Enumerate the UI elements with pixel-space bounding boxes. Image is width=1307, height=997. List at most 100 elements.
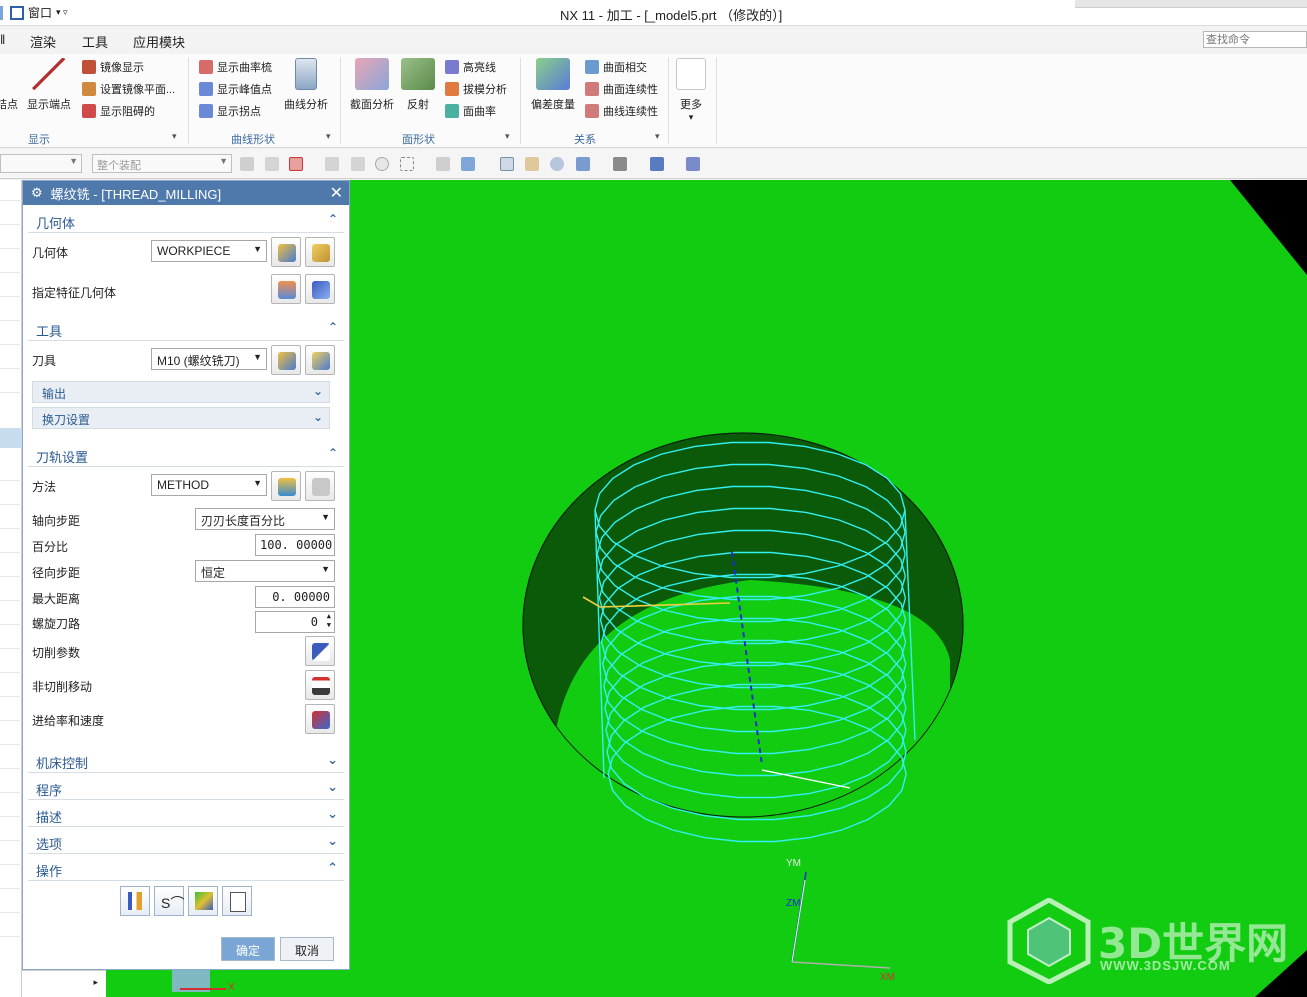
watermark-logo (1006, 897, 1092, 985)
group-display-expand[interactable]: ▾ (172, 131, 177, 142)
graphics-viewport[interactable]: YM ZM XM 3D世界网 WWW.3DSJW.COM (350, 180, 1307, 997)
tool-select[interactable]: M10 (螺纹铣刀) ▼ (151, 348, 267, 370)
feeds-speeds-button[interactable] (305, 704, 335, 734)
edit-tool-icon[interactable] (305, 345, 335, 375)
type-filter-combo[interactable]: ▼ (0, 154, 82, 173)
ok-button[interactable]: 确定 (221, 937, 275, 961)
path-settings-header[interactable]: 刀轨设置 ⌃ (28, 443, 344, 467)
menu-render[interactable]: 渲染 (30, 32, 56, 51)
highlight-lines-label: 高亮线 (463, 62, 496, 74)
group-face-shape-label: 面形状 (402, 134, 435, 146)
geometry-select-value: WORKPIECE (157, 244, 231, 258)
curve-continuity-button[interactable]: 曲线连续性 (585, 103, 658, 119)
machine-control-section[interactable]: 机床控制 ⌄ (28, 749, 344, 773)
menu-tools[interactable]: 工具 (82, 32, 108, 51)
radial-step-select[interactable]: 恒定 ▼ (195, 560, 335, 582)
geometry-select[interactable]: WORKPIECE ▼ (151, 240, 267, 262)
assembly-scope-combo[interactable]: 整个装配 ▼ (92, 154, 232, 173)
cube-gray-icon[interactable] (436, 157, 450, 171)
feature-select-icon[interactable] (289, 157, 303, 171)
hexagon-icon[interactable] (375, 157, 389, 171)
section-analysis-button[interactable]: 截面分析 (348, 58, 396, 112)
rotate-icon[interactable] (550, 157, 564, 171)
options-section[interactable]: 选项 ⌄ (28, 830, 344, 854)
percent-input[interactable]: 100. 00000 (255, 534, 335, 556)
highlight-lines-button[interactable]: 高亮线 (445, 59, 496, 75)
show-curvature-comb-button[interactable]: 显示曲率梳 (199, 59, 272, 75)
ribbon-cut-item[interactable]: 结点 (0, 58, 22, 112)
verify-toolpath-button[interactable] (188, 886, 218, 916)
set-mirror-plane-button[interactable]: 设置镜像平面... (82, 81, 175, 97)
zoom-icon[interactable] (525, 157, 539, 171)
specify-feature-button[interactable] (271, 274, 301, 304)
cancel-button[interactable]: 取消 (280, 937, 334, 961)
show-endpoints-button[interactable]: 显示端点 (26, 58, 72, 112)
display-flashlight-icon[interactable] (305, 274, 335, 304)
helix-passes-stepper[interactable]: 0 ▲ ▼ (255, 611, 335, 633)
geometry-label: 几何体 (32, 246, 69, 260)
fit-view-icon[interactable] (500, 157, 514, 171)
collapse-up-icon[interactable]: ⌃ (328, 320, 338, 334)
collapse-up-icon[interactable]: ⌃ (328, 446, 338, 460)
surface-continuity-button[interactable]: 曲面连续性 (585, 81, 658, 97)
cut-params-button[interactable] (305, 636, 335, 666)
render-style-icon[interactable] (613, 157, 627, 171)
edit-geometry-wrench-icon[interactable] (305, 237, 335, 267)
navigator-scrollbar[interactable]: ▸ (22, 970, 108, 997)
dialog-title-bar[interactable]: ⚙ 螺纹铣 - [THREAD_MILLING] ✕ (23, 181, 349, 205)
reflection-button[interactable]: 反射 (400, 58, 436, 112)
output-subsection[interactable]: 输出 ⌄ (32, 381, 330, 403)
cube-blue-icon[interactable] (461, 157, 475, 171)
face-curvature-button[interactable]: 面曲率 (445, 103, 496, 119)
new-tool-button[interactable] (271, 345, 301, 375)
geometry-section-header[interactable]: 几何体 ⌃ (28, 209, 344, 233)
scroll-right-arrow[interactable]: ▸ (93, 977, 98, 988)
stepper-arrows-icon[interactable]: ▲ ▼ (327, 612, 331, 630)
views-icon[interactable] (576, 157, 590, 171)
method-select-value: METHOD (157, 478, 209, 492)
new-geometry-button[interactable] (271, 237, 301, 267)
show-hide-icon[interactable] (686, 157, 700, 171)
show-blocking-button[interactable]: 显示阻碍的 (82, 103, 155, 119)
replay-toolpath-button[interactable]: S⌒ (154, 886, 184, 916)
group-curve-shape-expand[interactable]: ▾ (326, 131, 331, 142)
more-button[interactable]: 更多 ▾ (672, 58, 710, 123)
snap-icon[interactable] (325, 157, 339, 171)
non-cutting-moves-button[interactable] (305, 670, 335, 700)
generate-toolpath-button[interactable] (120, 886, 150, 916)
close-icon[interactable]: ✕ (330, 183, 343, 203)
mcs-xm-axis (791, 961, 891, 969)
deviation-gauge-button[interactable]: 偏差度量 (528, 58, 578, 112)
rectangle-select-icon[interactable] (400, 157, 414, 171)
menu-edge-icon[interactable]: ‖ (0, 32, 5, 47)
curve-analysis-button[interactable]: 曲线分析 (282, 58, 330, 112)
surface-intersect-button[interactable]: 曲面相交 (585, 59, 647, 75)
navigator-selected-row[interactable] (0, 428, 22, 448)
tool-section-header[interactable]: 工具 ⌃ (28, 317, 344, 341)
program-section[interactable]: 程序 ⌄ (28, 776, 344, 800)
point-snap-icon[interactable] (351, 157, 365, 171)
collapse-up-icon[interactable]: ⌃ (328, 212, 338, 226)
description-section[interactable]: 描述 ⌄ (28, 803, 344, 827)
show-inflection-button[interactable]: 显示拐点 (199, 103, 261, 119)
window-menu[interactable]: 窗口 ▾ ▿ (10, 4, 68, 21)
select-icon[interactable] (240, 157, 254, 171)
command-search-input[interactable] (1203, 31, 1307, 48)
shaded-cube-icon[interactable] (650, 157, 664, 171)
face-curvature-icon (445, 104, 459, 118)
mirror-display-button[interactable]: 镜像显示 (82, 59, 144, 75)
group-relations-expand[interactable]: ▾ (655, 131, 660, 142)
list-toolpath-button[interactable] (222, 886, 252, 916)
tool-change-subsection[interactable]: 换刀设置 ⌄ (32, 407, 330, 429)
group-face-shape-expand[interactable]: ▾ (505, 131, 510, 142)
max-distance-input[interactable]: 0. 00000 (255, 586, 335, 608)
edit-method-wrench-icon[interactable] (305, 471, 335, 501)
draft-analysis-button[interactable]: 拔模分析 (445, 81, 507, 97)
axial-step-select[interactable]: 刃刃长度百分比 ▼ (195, 508, 335, 530)
filter-icon[interactable] (265, 157, 279, 171)
menu-app-modules[interactable]: 应用模块 (133, 32, 185, 51)
method-select[interactable]: METHOD ▼ (151, 474, 267, 496)
new-method-button[interactable] (271, 471, 301, 501)
show-peak-points-button[interactable]: 显示峰值点 (199, 81, 272, 97)
actions-section-header[interactable]: 操作 ⌃ (28, 857, 344, 881)
